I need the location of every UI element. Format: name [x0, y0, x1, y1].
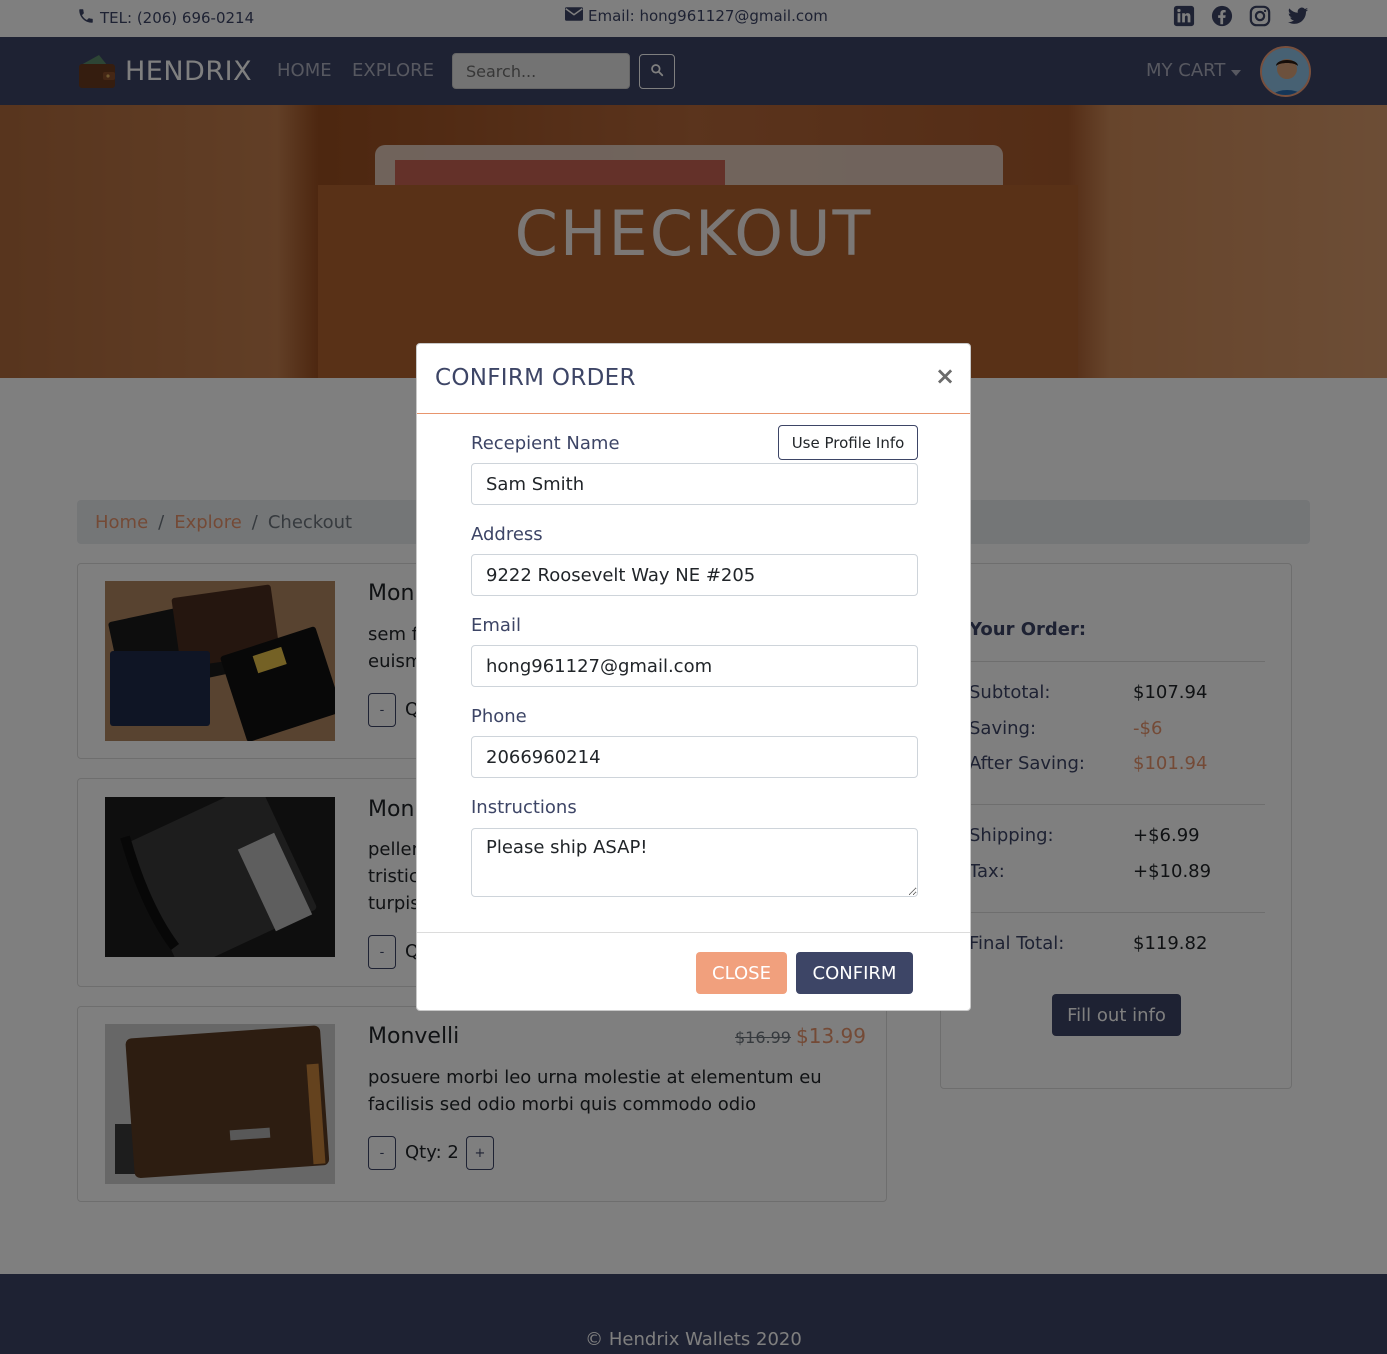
email-field[interactable]: [471, 645, 918, 687]
recipient-name-label: Recepient Name: [471, 433, 620, 454]
use-profile-info-button[interactable]: Use Profile Info: [778, 425, 918, 460]
phone-label: Phone: [471, 706, 527, 727]
confirm-order-modal: CONFIRM ORDER × Use Profile Info Recepie…: [416, 343, 971, 1011]
close-button[interactable]: CLOSE: [696, 952, 787, 994]
modal-title: CONFIRM ORDER: [435, 365, 636, 391]
close-icon[interactable]: ×: [935, 362, 955, 390]
confirm-button[interactable]: CONFIRM: [796, 952, 913, 994]
instructions-label: Instructions: [471, 797, 577, 818]
email-label: Email: [471, 615, 521, 636]
modal-header-divider: [417, 413, 970, 414]
instructions-field[interactable]: Please ship ASAP!: [471, 828, 918, 897]
phone-field[interactable]: [471, 736, 918, 778]
modal-footer-divider: [417, 932, 970, 933]
address-label: Address: [471, 524, 543, 545]
recipient-name-field[interactable]: [471, 463, 918, 505]
address-field[interactable]: [471, 554, 918, 596]
